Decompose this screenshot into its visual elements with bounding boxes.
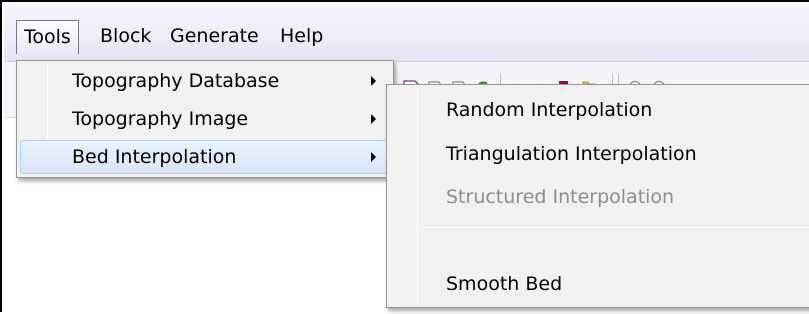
menu-item-label: Random Interpolation	[446, 99, 653, 121]
menu-item-smooth-bed[interactable]: Smooth Bed	[390, 265, 809, 303]
menu-help[interactable]: Help	[272, 20, 331, 54]
submenu-arrow-icon	[371, 76, 376, 86]
submenu-arrow-icon	[371, 152, 376, 162]
menu-item-label: Bed Interpolation	[72, 146, 237, 168]
bed-interpolation-submenu: Random Interpolation Triangulation Inter…	[386, 84, 809, 308]
menu-item-label: Topography Image	[72, 108, 249, 130]
menu-generate[interactable]: Generate	[162, 20, 267, 54]
menu-item-bed-interpolation[interactable]: Bed Interpolation	[20, 140, 390, 174]
submenu-arrow-icon	[371, 114, 376, 124]
tools-menu: Topography Database Topography Image Bed…	[16, 60, 394, 178]
menu-item-topography-image[interactable]: Topography Image	[20, 102, 390, 136]
menu-block[interactable]: Block	[92, 20, 159, 54]
menu-item-label: Smooth Bed	[446, 273, 563, 295]
menu-item-topography-database[interactable]: Topography Database	[20, 64, 390, 98]
menu-item-label: Structured Interpolation	[446, 186, 675, 208]
menu-item-structured-interpolation: Structured Interpolation	[390, 178, 809, 216]
menu-item-label: Triangulation Interpolation	[446, 143, 697, 165]
menu-item-random-interpolation[interactable]: Random Interpolation	[390, 91, 809, 129]
menu-item-triangulation-interpolation[interactable]: Triangulation Interpolation	[390, 135, 809, 173]
application-window: Tools Block Generate Help S	[0, 0, 809, 314]
menu-item-label: Topography Database	[72, 70, 280, 92]
menu-separator	[423, 227, 809, 228]
menu-tools[interactable]: Tools	[16, 20, 79, 54]
menu-bar: Tools Block Generate Help	[4, 4, 809, 62]
